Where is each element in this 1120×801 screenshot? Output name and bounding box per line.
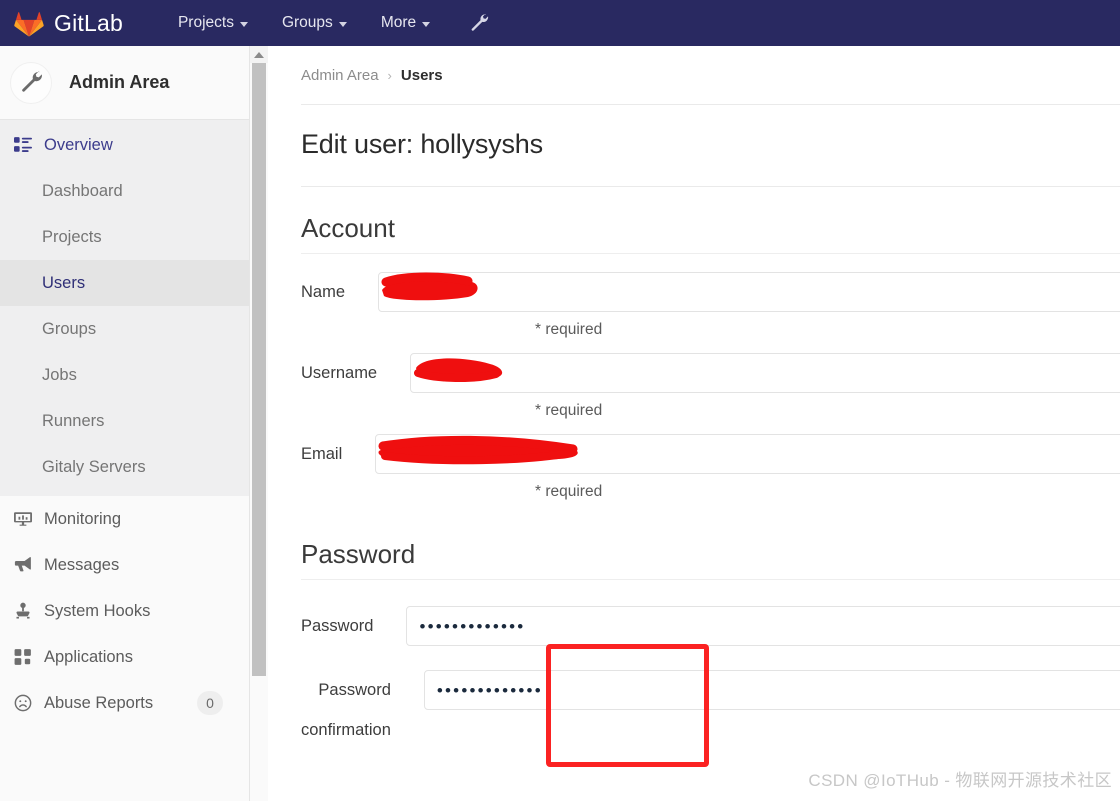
wrench-icon xyxy=(469,11,489,36)
sidebar-overview-group: Overview Dashboard Projects Users Groups… xyxy=(0,120,249,496)
sidebar-item-abuse-reports-label: Abuse Reports xyxy=(44,693,154,712)
gitlab-logo[interactable]: GitLab xyxy=(14,9,123,37)
sidebar-item-runners-label: Runners xyxy=(42,411,105,430)
scrollbar-thumb[interactable] xyxy=(252,63,266,676)
name-hint-row: * required xyxy=(268,314,1120,339)
password-input-value: ••••••••••••• xyxy=(419,616,526,636)
email-field-label: Email xyxy=(301,445,343,463)
breadcrumb-separator-icon: › xyxy=(387,68,392,83)
app-root: GitLab Projects Groups More Admin Area O… xyxy=(0,0,1120,801)
email-input[interactable] xyxy=(375,434,1120,474)
password-confirmation-input[interactable]: ••••••••••••• xyxy=(423,670,1120,710)
breadcrumb-admin-area[interactable]: Admin Area xyxy=(301,67,379,84)
password-section-heading: Password xyxy=(301,539,416,569)
sidebar-scrollbar[interactable] xyxy=(250,46,268,801)
wrench-icon xyxy=(19,68,43,97)
username-hint-row: * required xyxy=(268,395,1120,420)
username-required-hint: * required xyxy=(535,402,603,419)
chevron-down-icon xyxy=(239,21,248,27)
apps-grid-icon xyxy=(14,648,36,666)
sidebar-header[interactable]: Admin Area xyxy=(0,46,249,120)
avatar xyxy=(10,61,52,104)
chevron-up-icon xyxy=(254,51,264,58)
megaphone-icon xyxy=(14,556,36,574)
sidebar-item-jobs[interactable]: Jobs xyxy=(0,352,249,398)
hook-icon xyxy=(14,602,36,620)
nav-link-projects[interactable]: Projects xyxy=(161,0,265,46)
grid-list-icon xyxy=(14,136,36,154)
nav-link-more-label: More xyxy=(380,14,417,31)
password-section-divider xyxy=(301,579,1120,580)
sidebar-item-applications[interactable]: Applications xyxy=(0,634,249,680)
sidebar-item-overview[interactable]: Overview xyxy=(0,122,249,168)
sidebar-item-abuse-reports[interactable]: Abuse Reports 0 xyxy=(0,680,249,726)
breadcrumb-users[interactable]: Users xyxy=(401,67,443,84)
sidebar-item-messages[interactable]: Messages xyxy=(0,542,249,588)
sidebar-item-groups[interactable]: Groups xyxy=(0,306,249,352)
sidebar-item-dashboard[interactable]: Dashboard xyxy=(0,168,249,214)
sidebar-item-runners[interactable]: Runners xyxy=(0,398,249,444)
sidebar-item-groups-label: Groups xyxy=(42,319,97,338)
navbar-links: Projects Groups More xyxy=(161,0,447,46)
email-hint-row: * required xyxy=(268,476,1120,501)
username-input[interactable] xyxy=(410,353,1120,393)
sidebar-item-projects-label: Projects xyxy=(42,227,102,246)
main-content: Admin Area › Users Edit user: hollysyshs… xyxy=(268,46,1120,801)
gitlab-fox-logo-icon xyxy=(14,9,44,37)
page-title: Edit user: hollysyshs xyxy=(301,129,543,159)
sidebar-item-applications-label: Applications xyxy=(44,647,133,666)
admin-sidebar: Admin Area Overview Dashboard Projects U… xyxy=(0,46,250,801)
frown-face-icon xyxy=(14,694,36,712)
sidebar-item-monitoring[interactable]: Monitoring xyxy=(0,496,249,542)
monitor-icon xyxy=(14,510,36,528)
name-input[interactable] xyxy=(378,272,1120,312)
password-confirmation-field-label: Password confirmation xyxy=(301,681,391,739)
name-required-hint: * required xyxy=(535,321,603,338)
csdn-watermark: CSDN @IoTHub - 物联网开源技术社区 xyxy=(808,771,1112,790)
abuse-reports-count-badge: 0 xyxy=(197,691,223,715)
sidebar-item-users-label: Users xyxy=(42,273,86,292)
chevron-down-icon xyxy=(422,21,431,27)
sidebar-item-system-hooks[interactable]: System Hooks xyxy=(0,588,249,634)
sidebar-item-gitaly-servers-label: Gitaly Servers xyxy=(42,457,146,476)
navbar-brand-label: GitLab xyxy=(54,9,123,36)
form-row-name: Name xyxy=(268,272,1120,312)
form-row-password-confirmation: Password confirmation ••••••••••••• xyxy=(268,670,1120,750)
sidebar-item-messages-label: Messages xyxy=(44,555,120,574)
account-section-heading: Account xyxy=(301,213,395,243)
chevron-down-icon xyxy=(338,21,347,27)
breadcrumb: Admin Area › Users xyxy=(268,46,1120,84)
nav-link-projects-label: Projects xyxy=(177,14,234,31)
form-row-password: Password ••••••••••••• xyxy=(268,606,1120,646)
password-field-label: Password xyxy=(301,617,374,635)
nav-link-more[interactable]: More xyxy=(364,0,447,46)
sidebar-item-system-hooks-label: System Hooks xyxy=(44,601,151,620)
email-required-hint: * required xyxy=(535,483,603,500)
sidebar-item-users[interactable]: Users xyxy=(0,260,249,306)
admin-area-button[interactable] xyxy=(469,11,489,36)
form-row-email: Email xyxy=(268,434,1120,474)
sidebar-item-monitoring-label: Monitoring xyxy=(44,509,122,528)
sidebar-title: Admin Area xyxy=(69,72,170,92)
sidebar-item-dashboard-label: Dashboard xyxy=(42,181,123,200)
sidebar-item-overview-label: Overview xyxy=(44,135,113,154)
sidebar-item-projects[interactable]: Projects xyxy=(0,214,249,260)
password-input[interactable]: ••••••••••••• xyxy=(406,606,1120,646)
name-field-label: Name xyxy=(301,283,346,301)
scrollbar-up-button[interactable] xyxy=(250,46,268,63)
top-navbar: GitLab Projects Groups More xyxy=(0,0,1120,46)
form-row-username: Username xyxy=(268,353,1120,393)
sidebar-item-gitaly-servers[interactable]: Gitaly Servers xyxy=(0,444,249,490)
nav-link-groups-label: Groups xyxy=(281,14,333,31)
account-section-divider xyxy=(301,253,1120,254)
nav-link-groups[interactable]: Groups xyxy=(265,0,364,46)
password-confirmation-input-value: ••••••••••••• xyxy=(436,680,543,700)
sidebar-item-jobs-label: Jobs xyxy=(42,365,77,384)
username-field-label: Username xyxy=(301,364,378,382)
